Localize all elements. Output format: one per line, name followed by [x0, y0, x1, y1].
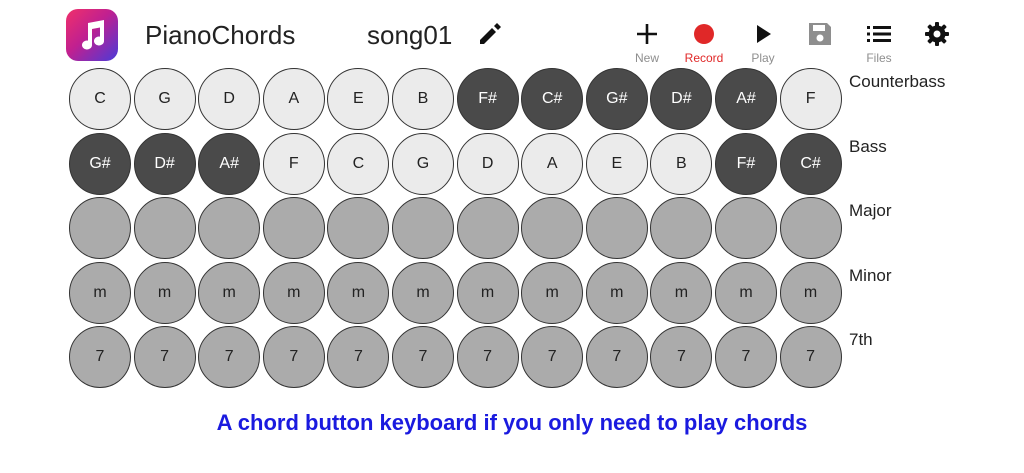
save-label	[792, 51, 848, 65]
chord-button[interactable]: C#	[779, 132, 842, 195]
chord-button[interactable]: B	[392, 68, 454, 130]
chord-button[interactable]: 7	[715, 326, 777, 389]
new-button[interactable]: New	[619, 20, 675, 65]
settings-label	[909, 51, 965, 65]
chord-button[interactable]: 7	[650, 326, 713, 389]
chord-button[interactable]: 7	[327, 326, 390, 389]
new-label: New	[634, 51, 659, 65]
chord-button[interactable]	[198, 197, 261, 260]
chord-button[interactable]: C	[327, 132, 390, 195]
chord-button[interactable]	[392, 197, 454, 260]
app-title: PianoChords	[145, 20, 296, 50]
play-label: Play	[751, 51, 775, 65]
chord-button[interactable]: 7	[779, 326, 842, 389]
song-title[interactable]: song01	[367, 20, 452, 51]
files-button[interactable]: Files	[851, 20, 907, 65]
pencil-icon	[480, 23, 501, 44]
list-icon	[867, 26, 891, 42]
chord-button[interactable]: 7	[521, 326, 584, 389]
chord-button[interactable]: F#	[715, 132, 777, 195]
chord-button[interactable]: 7	[456, 326, 519, 389]
chord-button[interactable]: A	[262, 68, 325, 130]
chord-button[interactable]	[456, 197, 519, 260]
chord-button[interactable]: m	[262, 261, 325, 324]
music-note-icon	[82, 20, 105, 50]
chord-button[interactable]: D	[456, 132, 519, 195]
chord-button[interactable]	[521, 197, 584, 260]
row-label-major: Major	[849, 201, 892, 221]
chord-button[interactable]: B	[650, 132, 713, 195]
chord-button[interactable]: 7	[392, 326, 454, 389]
row-label-minor: Minor	[849, 265, 892, 285]
chord-button[interactable]	[650, 197, 713, 260]
chord-button[interactable]: m	[392, 261, 454, 324]
record-label: Record	[684, 51, 724, 65]
chord-button[interactable]: 7	[198, 326, 261, 389]
chord-button[interactable]	[715, 197, 777, 260]
chord-button[interactable]: 7	[585, 326, 648, 389]
chord-button[interactable]: 7	[69, 326, 131, 389]
chord-button[interactable]: D	[198, 68, 261, 130]
chord-button[interactable]: m	[133, 261, 196, 324]
chord-button[interactable]: A	[521, 132, 584, 195]
chord-button[interactable]: G#	[69, 132, 131, 195]
floppy-disk-icon	[809, 23, 831, 45]
chord-button[interactable]: F	[779, 68, 842, 130]
chord-button[interactable]: E	[585, 132, 648, 195]
chord-button[interactable]: G	[133, 68, 196, 130]
chord-button[interactable]	[133, 197, 196, 260]
row-label-counterbass: Counterbass	[849, 72, 946, 91]
chord-button[interactable]: G#	[585, 68, 648, 130]
chord-button[interactable]: G	[392, 132, 454, 195]
chord-button[interactable]: m	[650, 261, 713, 324]
chord-button[interactable]: D#	[650, 68, 713, 130]
settings-button[interactable]	[909, 20, 965, 65]
edit-song-button[interactable]	[476, 20, 506, 50]
files-label: Files	[866, 51, 892, 65]
chord-button[interactable]: F	[262, 132, 325, 195]
chord-button[interactable]: F#	[456, 68, 519, 130]
play-button[interactable]: Play	[735, 20, 791, 65]
chord-button[interactable]: 7	[262, 326, 325, 389]
chord-button[interactable]: m	[779, 261, 842, 324]
chord-button[interactable]	[262, 197, 325, 260]
app-icon	[66, 9, 118, 61]
play-icon	[757, 25, 771, 43]
caption-text: A chord button keyboard if you only need…	[216, 410, 808, 435]
chord-button[interactable]: C	[69, 68, 131, 130]
chord-button[interactable]: D#	[133, 132, 196, 195]
save-button[interactable]	[792, 20, 848, 65]
chord-button[interactable]	[327, 197, 390, 260]
chord-button[interactable]: m	[715, 261, 777, 324]
chord-button[interactable]: m	[198, 261, 261, 324]
chord-button[interactable]: m	[327, 261, 390, 324]
chord-button[interactable]	[779, 197, 842, 260]
record-button[interactable]: Record	[676, 20, 732, 65]
chord-button[interactable]: m	[69, 261, 131, 324]
chord-button[interactable]: E	[327, 68, 390, 130]
chord-button[interactable]: C#	[521, 68, 584, 130]
chord-button[interactable]	[69, 197, 131, 260]
chord-button[interactable]: 7	[133, 326, 196, 389]
record-icon	[694, 24, 714, 44]
plus-icon	[637, 24, 657, 44]
chord-button[interactable]: m	[585, 261, 648, 324]
chord-button[interactable]: m	[456, 261, 519, 324]
chord-button[interactable]: m	[521, 261, 584, 324]
gear-icon	[925, 22, 949, 46]
row-label-7th: 7th	[849, 330, 873, 350]
chord-button[interactable]: A#	[715, 68, 777, 130]
chord-button[interactable]: A#	[198, 132, 261, 195]
chord-button[interactable]	[585, 197, 648, 260]
row-label-bass: Bass	[849, 136, 887, 156]
